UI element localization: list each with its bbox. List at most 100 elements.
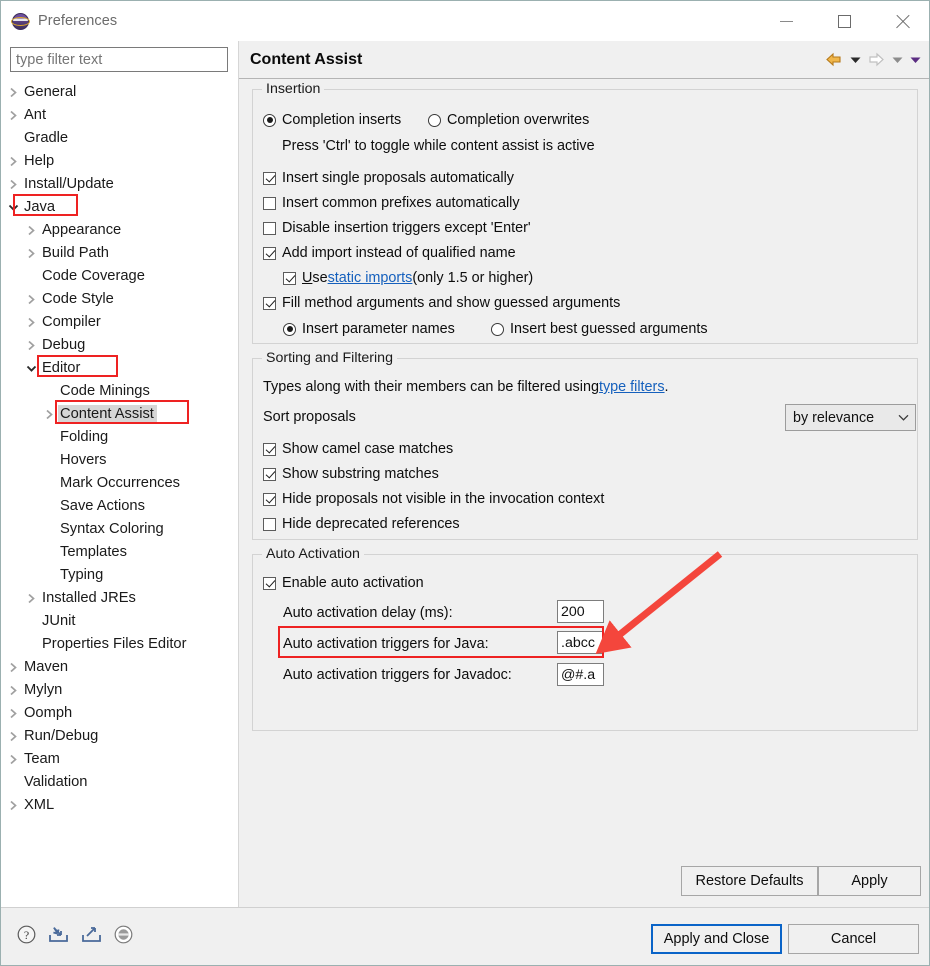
- static-imports-link[interactable]: static imports: [328, 270, 413, 286]
- apply-and-close-button[interactable]: Apply and Close: [651, 924, 782, 954]
- hide-non-visible-proposals-checkbox[interactable]: Hide proposals not visible in the invoca…: [263, 491, 604, 507]
- chevron-right-icon[interactable]: [23, 294, 40, 305]
- sidebar-item-build-path[interactable]: Build Path: [1, 242, 239, 265]
- sidebar-item-mark-occurrences[interactable]: Mark Occurrences: [1, 472, 239, 495]
- disable-insertion-triggers-checkbox[interactable]: Disable insertion triggers except 'Enter…: [263, 220, 531, 236]
- apply-button[interactable]: Apply: [818, 866, 921, 896]
- sidebar-item-java[interactable]: Java: [1, 196, 239, 219]
- chevron-right-icon[interactable]: [23, 225, 40, 236]
- sidebar-item-run-debug[interactable]: Run/Debug: [1, 725, 239, 748]
- sidebar-item-install-update[interactable]: Install/Update: [1, 173, 239, 196]
- chevron-right-icon[interactable]: [5, 662, 22, 673]
- chevron-right-icon[interactable]: [5, 754, 22, 765]
- sidebar-item-hovers[interactable]: Hovers: [1, 449, 239, 472]
- view-menu-button[interactable]: [907, 49, 923, 71]
- chevron-right-icon[interactable]: [23, 317, 40, 328]
- checkbox-indicator: [283, 272, 296, 285]
- sidebar-item-editor[interactable]: Editor: [1, 357, 239, 380]
- chevron-right-icon[interactable]: [5, 87, 22, 98]
- sidebar-item-code-minings[interactable]: Code Minings: [1, 380, 239, 403]
- minimize-button[interactable]: [757, 1, 815, 41]
- sidebar-item-validation[interactable]: Validation: [1, 771, 239, 794]
- sidebar-item-xml[interactable]: XML: [1, 794, 239, 817]
- sidebar-item-folding[interactable]: Folding: [1, 426, 239, 449]
- fill-method-arguments-checkbox[interactable]: Fill method arguments and show guessed a…: [263, 295, 620, 311]
- chevron-right-icon[interactable]: [5, 800, 22, 811]
- filter-input[interactable]: [10, 47, 228, 72]
- sidebar-item-ant[interactable]: Ant: [1, 104, 239, 127]
- sidebar-item-oomph[interactable]: Oomph: [1, 702, 239, 725]
- chevron-right-icon[interactable]: [5, 731, 22, 742]
- chevron-right-icon[interactable]: [5, 685, 22, 696]
- auto-activation-delay-input[interactable]: [557, 600, 604, 623]
- insert-common-prefixes-checkbox[interactable]: Insert common prefixes automatically: [263, 195, 520, 211]
- sidebar-item-team[interactable]: Team: [1, 748, 239, 771]
- show-camel-case-checkbox[interactable]: Show camel case matches: [263, 441, 453, 457]
- sidebar-item-label: Help: [22, 152, 57, 171]
- sidebar-item-templates[interactable]: Templates: [1, 541, 239, 564]
- chevron-right-icon[interactable]: [23, 340, 40, 351]
- javadoc-triggers-input[interactable]: [557, 663, 604, 686]
- hide-deprecated-references-checkbox[interactable]: Hide deprecated references: [263, 516, 460, 532]
- back-button[interactable]: [823, 49, 845, 71]
- forward-history-button[interactable]: [889, 49, 905, 71]
- sidebar-item-compiler[interactable]: Compiler: [1, 311, 239, 334]
- preferences-tree[interactable]: GeneralAntGradle Help Install/Update Java Ap…: [1, 81, 239, 901]
- chevron-right-icon[interactable]: [41, 409, 58, 420]
- sidebar-item-properties-files-editor[interactable]: Properties Files Editor: [1, 633, 239, 656]
- export-icon[interactable]: [81, 925, 102, 949]
- sidebar-item-maven[interactable]: Maven: [1, 656, 239, 679]
- sidebar-item-code-coverage[interactable]: Code Coverage: [1, 265, 239, 288]
- completion-overwrites-radio[interactable]: Completion overwrites: [428, 112, 589, 128]
- sort-proposals-label: Sort proposals: [263, 409, 356, 425]
- checkbox-indicator: [263, 172, 276, 185]
- insert-parameter-names-radio[interactable]: Insert parameter names: [283, 321, 455, 337]
- insert-best-guessed-radio[interactable]: Insert best guessed arguments: [491, 321, 708, 337]
- sidebar-item-debug[interactable]: Debug: [1, 334, 239, 357]
- sidebar-item-label: Java: [22, 198, 58, 217]
- sidebar-item-content-assist[interactable]: Content Assist: [1, 403, 239, 426]
- insert-single-proposals-checkbox[interactable]: Insert single proposals automatically: [263, 170, 514, 186]
- chevron-right-icon[interactable]: [5, 179, 22, 190]
- help-icon[interactable]: ?: [17, 925, 36, 949]
- preferences-dialog: Preferences GeneralAntGradleHelpInstall/…: [0, 0, 930, 966]
- chevron-right-icon[interactable]: [5, 708, 22, 719]
- add-import-checkbox[interactable]: Add import instead of qualified name: [263, 245, 516, 261]
- sidebar-item-mylyn[interactable]: Mylyn: [1, 679, 239, 702]
- import-icon[interactable]: [48, 925, 69, 949]
- chevron-down-icon[interactable]: [23, 364, 40, 373]
- sidebar-item-appearance[interactable]: Appearance: [1, 219, 239, 242]
- sort-proposals-select[interactable]: by relevance: [785, 404, 916, 431]
- sidebar-item-gradle[interactable]: Gradle: [1, 127, 239, 150]
- chevron-right-icon[interactable]: [5, 156, 22, 167]
- chevron-right-icon[interactable]: [5, 110, 22, 121]
- sidebar-item-help[interactable]: Help: [1, 150, 239, 173]
- checkbox-label: Add import instead of qualified name: [282, 245, 516, 261]
- back-history-button[interactable]: [847, 49, 863, 71]
- close-button[interactable]: [873, 1, 930, 41]
- sidebar-item-installed-jres[interactable]: Installed JREs: [1, 587, 239, 610]
- sidebar-item-label: Syntax Coloring: [58, 520, 167, 539]
- sidebar-item-typing[interactable]: Typing: [1, 564, 239, 587]
- type-filters-link[interactable]: type filters: [599, 379, 665, 395]
- cancel-button[interactable]: Cancel: [788, 924, 919, 954]
- chevron-right-icon[interactable]: [23, 248, 40, 259]
- chevron-down-icon[interactable]: [5, 203, 22, 212]
- java-triggers-input[interactable]: [557, 631, 604, 654]
- restore-defaults-button[interactable]: Restore Defaults: [681, 866, 818, 896]
- show-substring-matches-checkbox[interactable]: Show substring matches: [263, 466, 439, 482]
- completion-inserts-radio[interactable]: Completion inserts: [263, 112, 401, 128]
- sidebar-item-general[interactable]: General: [1, 81, 239, 104]
- eclipse-marketplace-icon[interactable]: [114, 925, 133, 949]
- sidebar-item-syntax-coloring[interactable]: Syntax Coloring: [1, 518, 239, 541]
- eclipse-icon: [12, 13, 29, 30]
- sidebar-item-code-style[interactable]: Code Style: [1, 288, 239, 311]
- sidebar-item-save-actions[interactable]: Save Actions: [1, 495, 239, 518]
- enable-auto-activation-checkbox[interactable]: Enable auto activation: [263, 575, 424, 591]
- chevron-right-icon[interactable]: [23, 593, 40, 604]
- completion-inserts-label: Completion inserts: [282, 112, 401, 128]
- maximize-button[interactable]: [815, 1, 873, 41]
- sidebar-item-junit[interactable]: JUnit: [1, 610, 239, 633]
- forward-button[interactable]: [865, 49, 887, 71]
- use-static-imports-checkbox[interactable]: Use static imports (only 1.5 or higher): [283, 270, 533, 286]
